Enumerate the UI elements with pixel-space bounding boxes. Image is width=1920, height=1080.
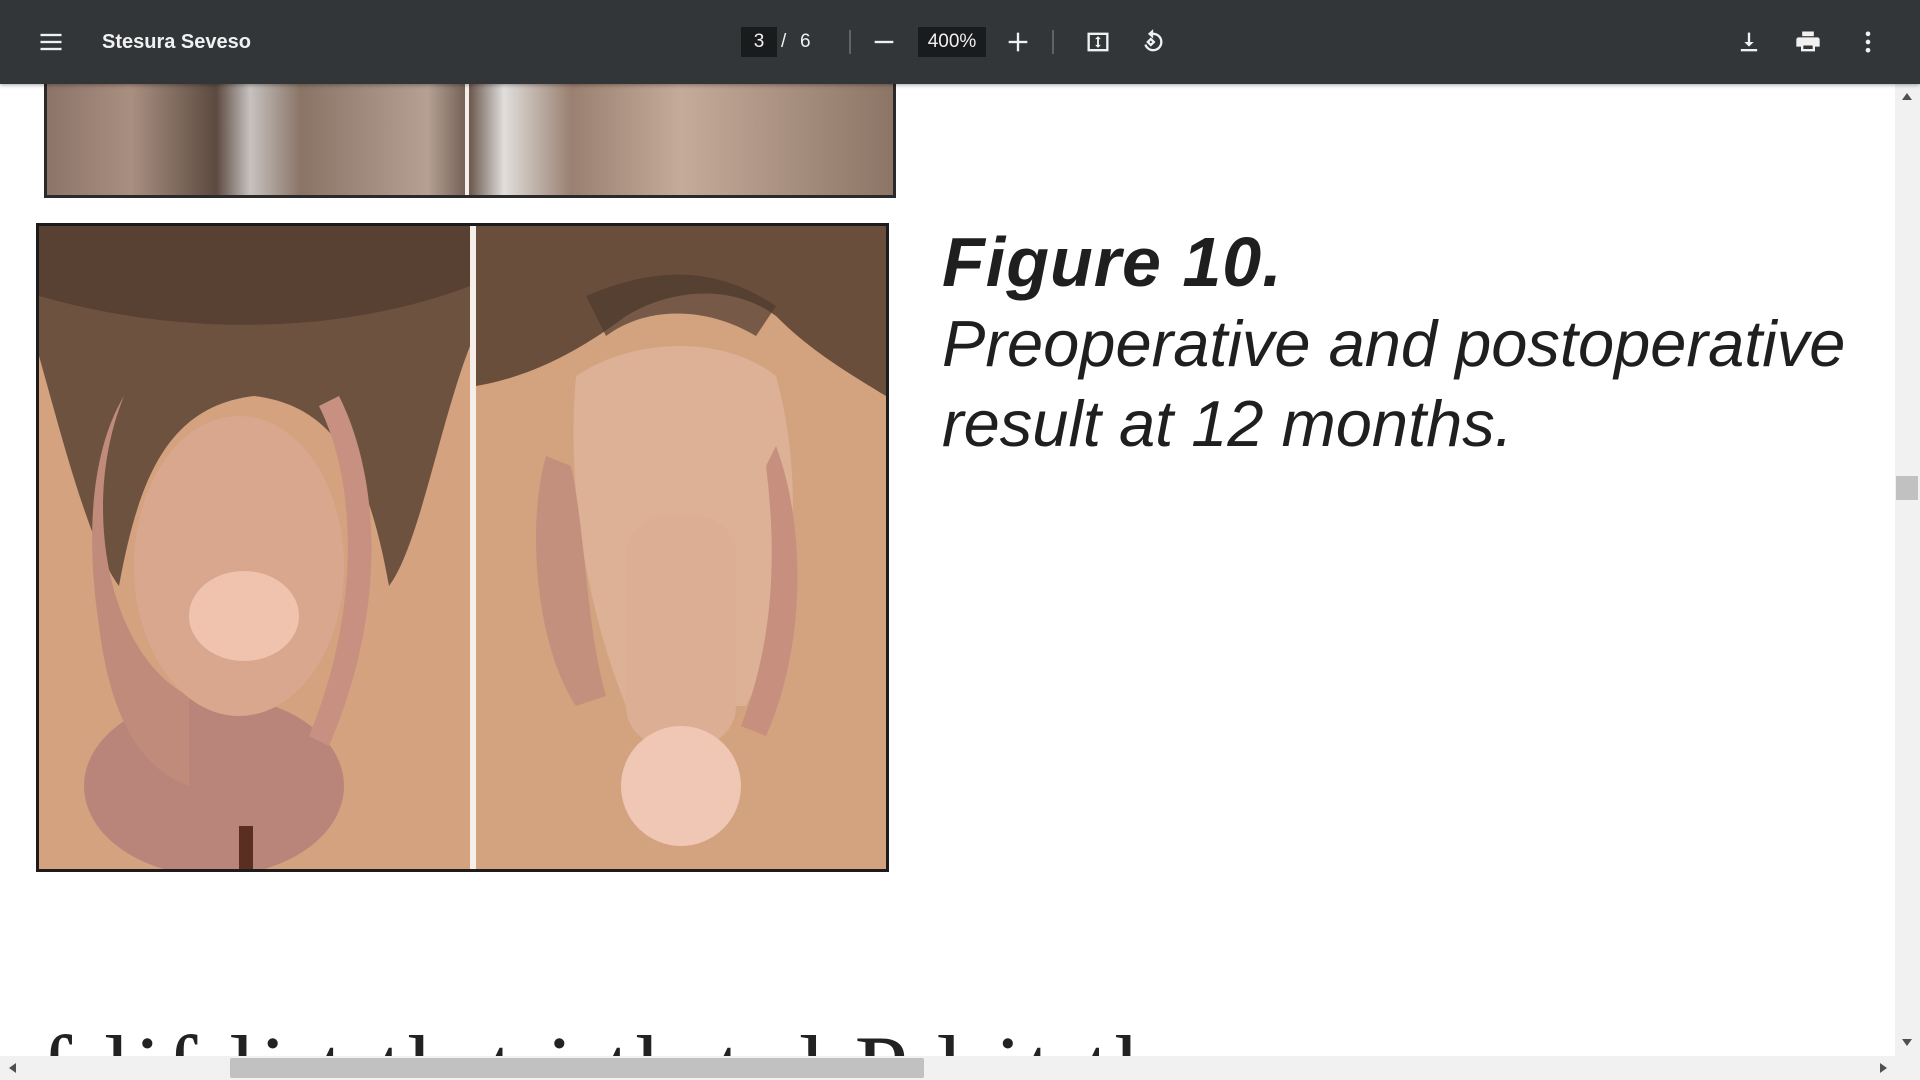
download-icon xyxy=(1740,32,1758,52)
fit-to-page-button[interactable] xyxy=(1074,0,1122,84)
figure-10-photo xyxy=(36,223,889,872)
menu-icon[interactable] xyxy=(27,0,75,84)
photo-divider xyxy=(465,84,469,195)
rotate-button[interactable] xyxy=(1128,0,1176,84)
pdf-toolbar: Stesura Seveso 3 / 6 400% xyxy=(0,0,1920,84)
postoperative-photo-panel xyxy=(476,226,886,869)
download-button[interactable] xyxy=(1725,0,1773,84)
page-separator: / xyxy=(781,31,787,52)
scroll-right-arrow-icon[interactable] xyxy=(1880,1063,1887,1073)
clipped-body-text: f lif li t th t i th t d P l it th xyxy=(40,1014,1890,1056)
print-icon xyxy=(1796,31,1820,52)
scroll-left-arrow-icon[interactable] xyxy=(9,1063,16,1073)
scroll-up-arrow-icon[interactable] xyxy=(1902,93,1912,100)
current-page-input[interactable]: 3 xyxy=(741,27,777,57)
figure-title: Figure 10. xyxy=(942,223,1283,301)
pdf-page-viewer[interactable]: Figure 10. Preoperative and postoperativ… xyxy=(0,84,1895,1056)
minus-icon xyxy=(874,40,894,44)
print-button[interactable] xyxy=(1784,0,1832,84)
previous-figure-photo xyxy=(44,84,896,198)
toolbar-divider xyxy=(1052,30,1054,54)
vertical-scrollbar[interactable] xyxy=(1895,84,1920,1056)
plus-icon xyxy=(1008,32,1028,52)
fit-to-page-icon xyxy=(1087,32,1109,52)
toolbar-divider xyxy=(849,30,851,54)
rotate-counterclockwise-icon xyxy=(1144,29,1163,52)
more-actions-button[interactable] xyxy=(1844,0,1892,84)
document-title: Stesura Seveso xyxy=(102,31,251,53)
figure-caption-line: result at 12 months. xyxy=(942,387,1513,460)
vertical-scrollbar-thumb[interactable] xyxy=(1896,476,1918,500)
more-vert-icon xyxy=(1865,31,1871,53)
horizontal-scrollbar-thumb[interactable] xyxy=(230,1058,924,1078)
zoom-in-button[interactable] xyxy=(994,0,1042,84)
scroll-down-arrow-icon[interactable] xyxy=(1902,1039,1912,1046)
total-pages: 6 xyxy=(800,31,811,52)
preoperative-photo-panel xyxy=(39,226,470,869)
figure-caption-line: Preoperative and postoperative xyxy=(942,307,1846,380)
zoom-out-button[interactable] xyxy=(860,0,908,84)
figure-caption: Figure 10. Preoperative and postoperativ… xyxy=(942,220,1862,464)
zoom-level-input[interactable]: 400% xyxy=(918,27,986,57)
